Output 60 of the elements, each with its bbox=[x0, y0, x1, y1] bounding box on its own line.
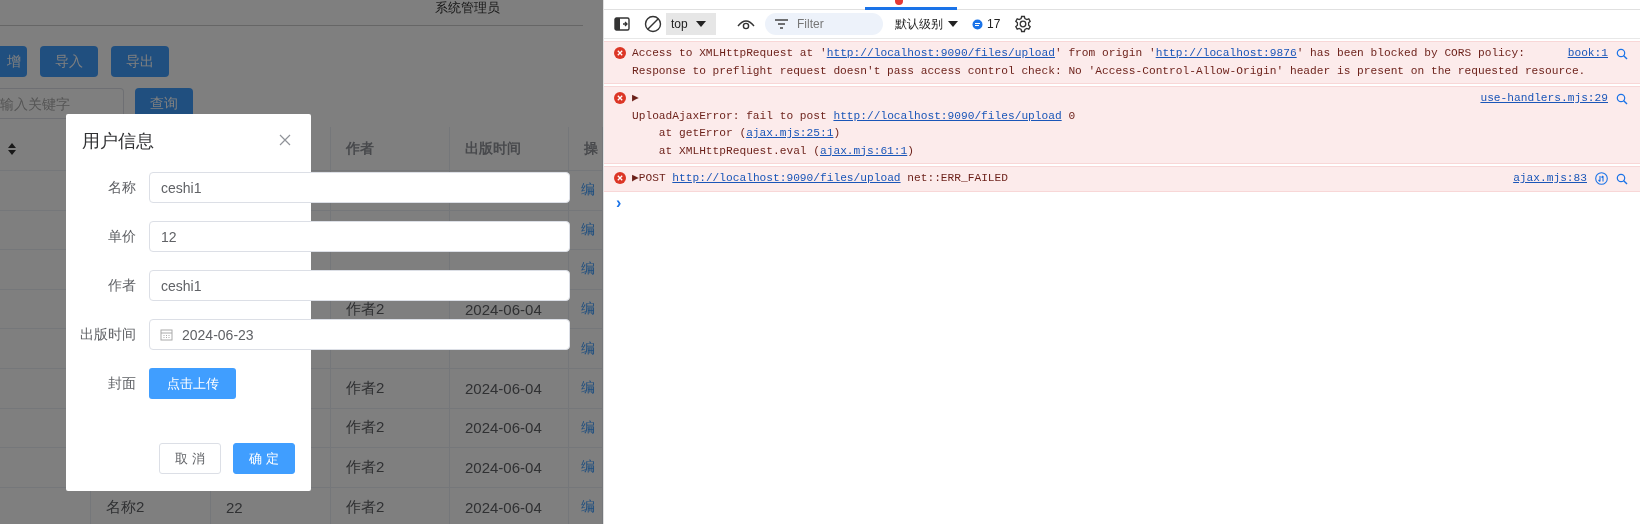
message-icon bbox=[972, 18, 983, 30]
search-icon bbox=[1616, 172, 1628, 185]
caret-icon bbox=[695, 20, 706, 28]
log-level-dropdown[interactable]: 默认级别 bbox=[895, 15, 958, 33]
message-text: Access to XMLHttpRequest at 'http://localhost:9090/files/upload' from origin 'http://localhost:9876' has been blocked by CORS policy: bbox=[632, 46, 1525, 61]
eye-icon bbox=[737, 18, 755, 30]
url-link[interactable]: http://localhost:9090/files/upload bbox=[826, 47, 1055, 59]
table-cell: 作者2 bbox=[331, 487, 450, 524]
field-label: 单价 bbox=[107, 227, 137, 246]
table-cell: 2024-06-04 bbox=[450, 448, 569, 487]
error-icon bbox=[614, 47, 626, 59]
cancel-button[interactable]: 取 消 bbox=[159, 443, 221, 474]
message-text: Response to preflight request doesn't pass access control check: No 'Access-Control-Allow-Origin' header is present on the requested resource. bbox=[632, 63, 1586, 79]
input-field[interactable]: 12 bbox=[149, 221, 570, 252]
message-text: at XMLHttpRequest.eval (ajax.mjs:61:1) bbox=[657, 143, 914, 159]
message-text: ▶ bbox=[632, 91, 639, 106]
table-cell: 作者2 bbox=[331, 408, 450, 448]
settings-icon bbox=[1014, 15, 1033, 33]
field-label: 出版时间 bbox=[79, 325, 137, 344]
url-link[interactable]: http://localhost:9876 bbox=[1155, 47, 1297, 59]
date-field[interactable]: 2024-06-23 bbox=[149, 319, 570, 350]
message-text: UploadAjaxError: fail to post http://localhost:9090/files/upload 0 bbox=[632, 108, 1076, 124]
error-icon bbox=[614, 92, 626, 104]
field-label: 名称 bbox=[107, 178, 137, 197]
search-icon bbox=[1616, 92, 1628, 105]
table-cell: 2024-06-04 bbox=[450, 487, 569, 524]
table-cell: 2024-06-04 bbox=[450, 368, 569, 408]
search-icon bbox=[1616, 47, 1628, 60]
calendar-icon bbox=[160, 328, 173, 341]
dialog-title: 用户信息 bbox=[82, 130, 154, 153]
url-link[interactable]: ajax.mjs:25:1 bbox=[746, 127, 834, 139]
input-field[interactable]: ceshi1 bbox=[149, 172, 570, 203]
filter-icon bbox=[775, 19, 788, 29]
active-tab[interactable] bbox=[865, 7, 957, 10]
field-label: 封面 bbox=[107, 374, 137, 393]
user-menu[interactable]: 系统管理员 bbox=[435, 0, 500, 15]
table-cell: 2024-06-04 bbox=[450, 408, 569, 448]
table-cell: 作者2 bbox=[331, 368, 450, 408]
url-link[interactable]: ajax.mjs:61:1 bbox=[820, 144, 908, 157]
caret-icon bbox=[948, 20, 958, 28]
sidebar-toggle-icon bbox=[614, 17, 630, 31]
field-label: 作者 bbox=[107, 276, 137, 295]
network-request-icon bbox=[1595, 172, 1608, 186]
console-prompt[interactable]: › bbox=[604, 193, 626, 212]
table-cell: 作者2 bbox=[331, 448, 450, 487]
close-icon bbox=[279, 134, 291, 146]
sort-icon bbox=[7, 141, 17, 156]
source-link[interactable]: ajax.mjs:83 bbox=[1513, 170, 1587, 188]
error-icon bbox=[614, 172, 626, 184]
source-link[interactable]: use-handlers.mjs:29 bbox=[1480, 90, 1608, 108]
issues-counter[interactable]: 17 bbox=[972, 17, 1001, 31]
url-link[interactable]: http://localhost:9090/files/upload bbox=[833, 109, 1062, 122]
filter-field[interactable]: Filter bbox=[765, 13, 883, 35]
input-field[interactable]: ceshi1 bbox=[149, 270, 570, 301]
message-text: ▶POST http://localhost:9090/files/upload net::ERR_FAILED bbox=[632, 171, 1008, 186]
clear-icon bbox=[644, 15, 662, 33]
message-text: at getError (ajax.mjs:25:1) bbox=[657, 126, 841, 141]
context-dropdown[interactable]: top bbox=[666, 13, 716, 35]
url-link[interactable]: http://localhost:9090/files/upload bbox=[672, 172, 901, 184]
source-link[interactable]: book:1 bbox=[1567, 45, 1608, 63]
